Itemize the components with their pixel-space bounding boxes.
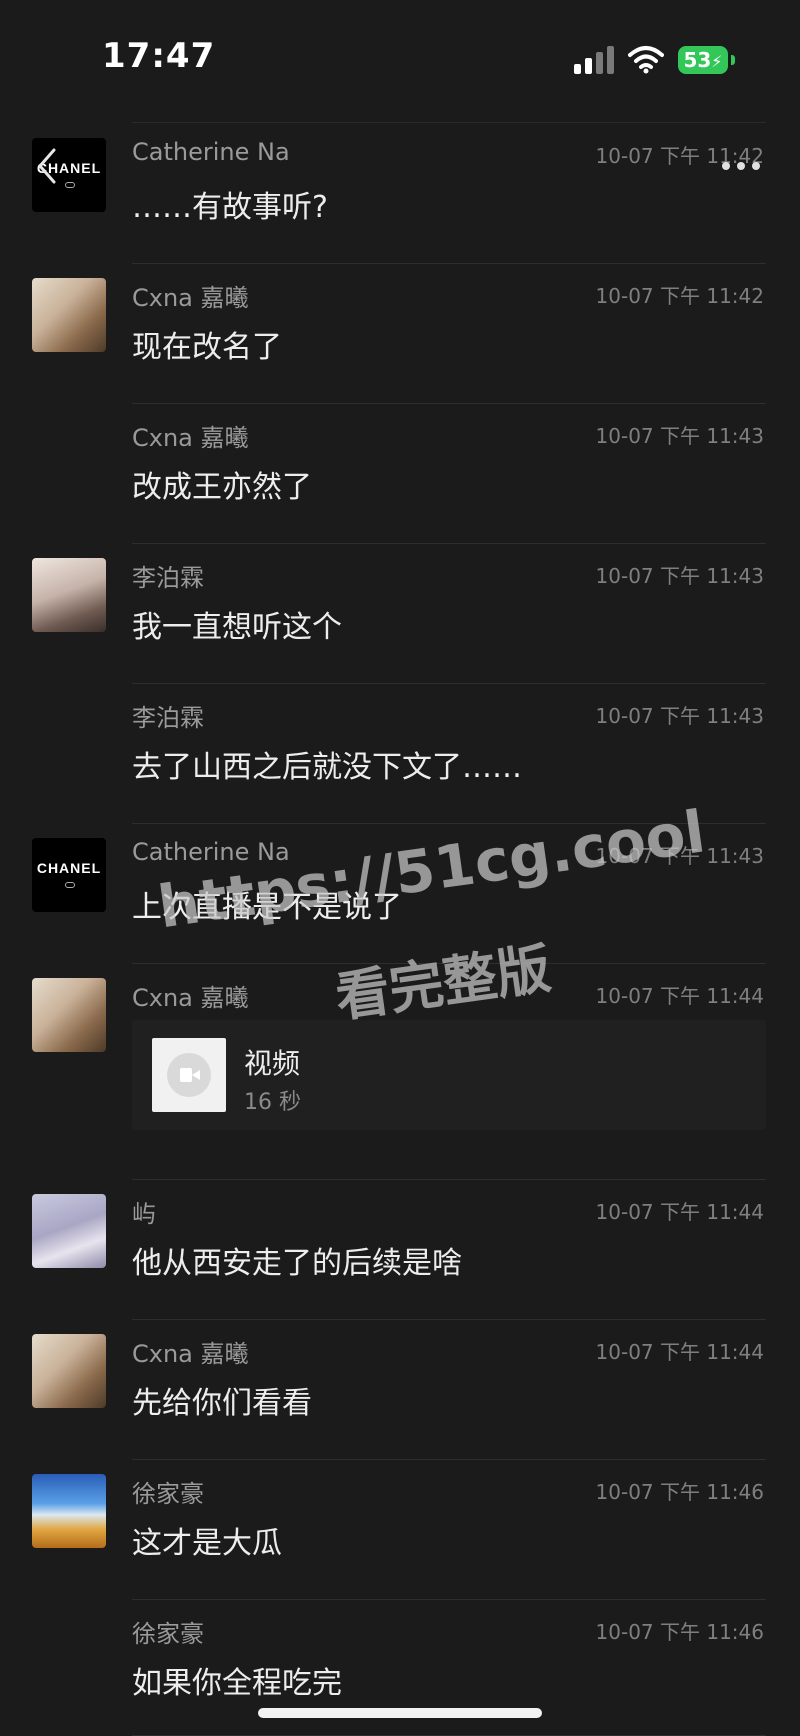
video-duration: 16 秒 xyxy=(244,1090,301,1115)
message-timestamp: 10-07 下午 11:43 xyxy=(595,704,764,728)
message-row[interactable]: Cxna 嘉曦 10-07 下午 11:42 现在改名了 xyxy=(0,264,800,404)
sender-name: 屿 xyxy=(132,1200,156,1228)
charging-bolt-icon: ⚡ xyxy=(711,52,723,71)
sender-name: 李泊霖 xyxy=(132,564,204,592)
message-row[interactable]: CHANEL Catherine Na 10-07 下午 11:42 ……有故事听? xyxy=(0,124,800,264)
message-row[interactable]: 李泊霖 10-07 下午 11:43 去了山西之后就没下文了…… xyxy=(0,684,800,824)
message-text: 这才是大瓜 xyxy=(132,1526,282,1561)
message-timestamp: 10-07 下午 11:43 xyxy=(595,844,764,868)
message-text: ……有故事听? xyxy=(132,190,328,225)
battery-cap xyxy=(731,55,735,65)
message-text: 上次直播是不是说了 xyxy=(132,890,402,925)
message-timestamp: 10-07 下午 11:46 xyxy=(595,1620,764,1644)
message-text: 我一直想听这个 xyxy=(132,610,342,645)
message-text: 先给你们看看 xyxy=(132,1386,312,1421)
back-arrow-icon[interactable] xyxy=(34,146,60,186)
avatar[interactable] xyxy=(32,1334,106,1408)
message-timestamp: 10-07 下午 11:43 xyxy=(595,564,764,588)
video-label: 视频 xyxy=(244,1047,301,1080)
sender-name: Cxna 嘉曦 xyxy=(132,1340,249,1368)
message-timestamp: 10-07 下午 11:44 xyxy=(595,984,764,1008)
avatar[interactable] xyxy=(32,978,106,1052)
sender-name: Cxna 嘉曦 xyxy=(132,424,249,452)
message-timestamp: 10-07 下午 11:44 xyxy=(595,1200,764,1224)
message-timestamp: 10-07 下午 11:43 xyxy=(595,424,764,448)
sender-name: 徐家豪 xyxy=(132,1620,204,1648)
chanel-logo-icon xyxy=(65,882,75,888)
chanel-logo-icon xyxy=(65,182,75,188)
battery-indicator: 53⚡ xyxy=(678,46,728,74)
video-message-card[interactable]: 视频 16 秒 xyxy=(132,1020,766,1130)
video-camera-icon xyxy=(167,1053,211,1097)
sender-name: Catherine Na xyxy=(132,138,290,166)
avatar[interactable] xyxy=(32,558,106,632)
avatar[interactable]: CHANEL xyxy=(32,838,106,912)
message-row[interactable]: Cxna 嘉曦 10-07 下午 11:44 先给你们看看 xyxy=(0,1320,800,1460)
message-row[interactable]: 徐家豪 10-07 下午 11:46 这才是大瓜 xyxy=(0,1460,800,1600)
message-text: 改成王亦然了 xyxy=(132,470,312,505)
more-options-icon[interactable] xyxy=(722,160,768,172)
battery-level: 53 xyxy=(683,48,712,72)
message-text: 现在改名了 xyxy=(132,330,282,365)
wifi-icon xyxy=(628,46,664,74)
cellular-signal-icon xyxy=(574,46,616,74)
sender-name: 徐家豪 xyxy=(132,1480,204,1508)
message-row[interactable]: 屿 10-07 下午 11:44 他从西安走了的后续是啥 xyxy=(0,1180,800,1320)
message-row[interactable]: CHANEL Catherine Na 10-07 下午 11:43 上次直播是不是说… xyxy=(0,824,800,964)
top-divider xyxy=(132,122,766,123)
message-timestamp: 10-07 下午 11:44 xyxy=(595,1340,764,1364)
message-timestamp: 10-07 下午 11:42 xyxy=(595,284,764,308)
video-thumbnail[interactable] xyxy=(152,1038,226,1112)
message-text: 他从西安走了的后续是啥 xyxy=(132,1246,462,1281)
status-time: 17:47 xyxy=(102,36,216,76)
message-text: 如果你全程吃完 xyxy=(132,1666,342,1701)
sender-name: 李泊霖 xyxy=(132,704,204,732)
message-row[interactable]: 李泊霖 10-07 下午 11:43 我一直想听这个 xyxy=(0,544,800,684)
avatar-logo-text: CHANEL xyxy=(36,860,102,876)
message-row[interactable]: Cxna 嘉曦 10-07 下午 11:43 改成王亦然了 xyxy=(0,404,800,544)
sender-name: Cxna 嘉曦 xyxy=(132,984,249,1012)
status-bar: 17:47 53⚡ xyxy=(0,0,800,110)
home-indicator[interactable] xyxy=(258,1708,542,1718)
avatar[interactable] xyxy=(32,1194,106,1268)
message-timestamp: 10-07 下午 11:46 xyxy=(595,1480,764,1504)
message-text: 去了山西之后就没下文了…… xyxy=(132,750,522,785)
avatar[interactable] xyxy=(32,278,106,352)
avatar[interactable] xyxy=(32,1474,106,1548)
sender-name: Cxna 嘉曦 xyxy=(132,284,249,312)
message-row[interactable]: Cxna 嘉曦 10-07 下午 11:44 视频 16 秒 xyxy=(0,964,800,1180)
sender-name: Catherine Na xyxy=(132,838,290,866)
